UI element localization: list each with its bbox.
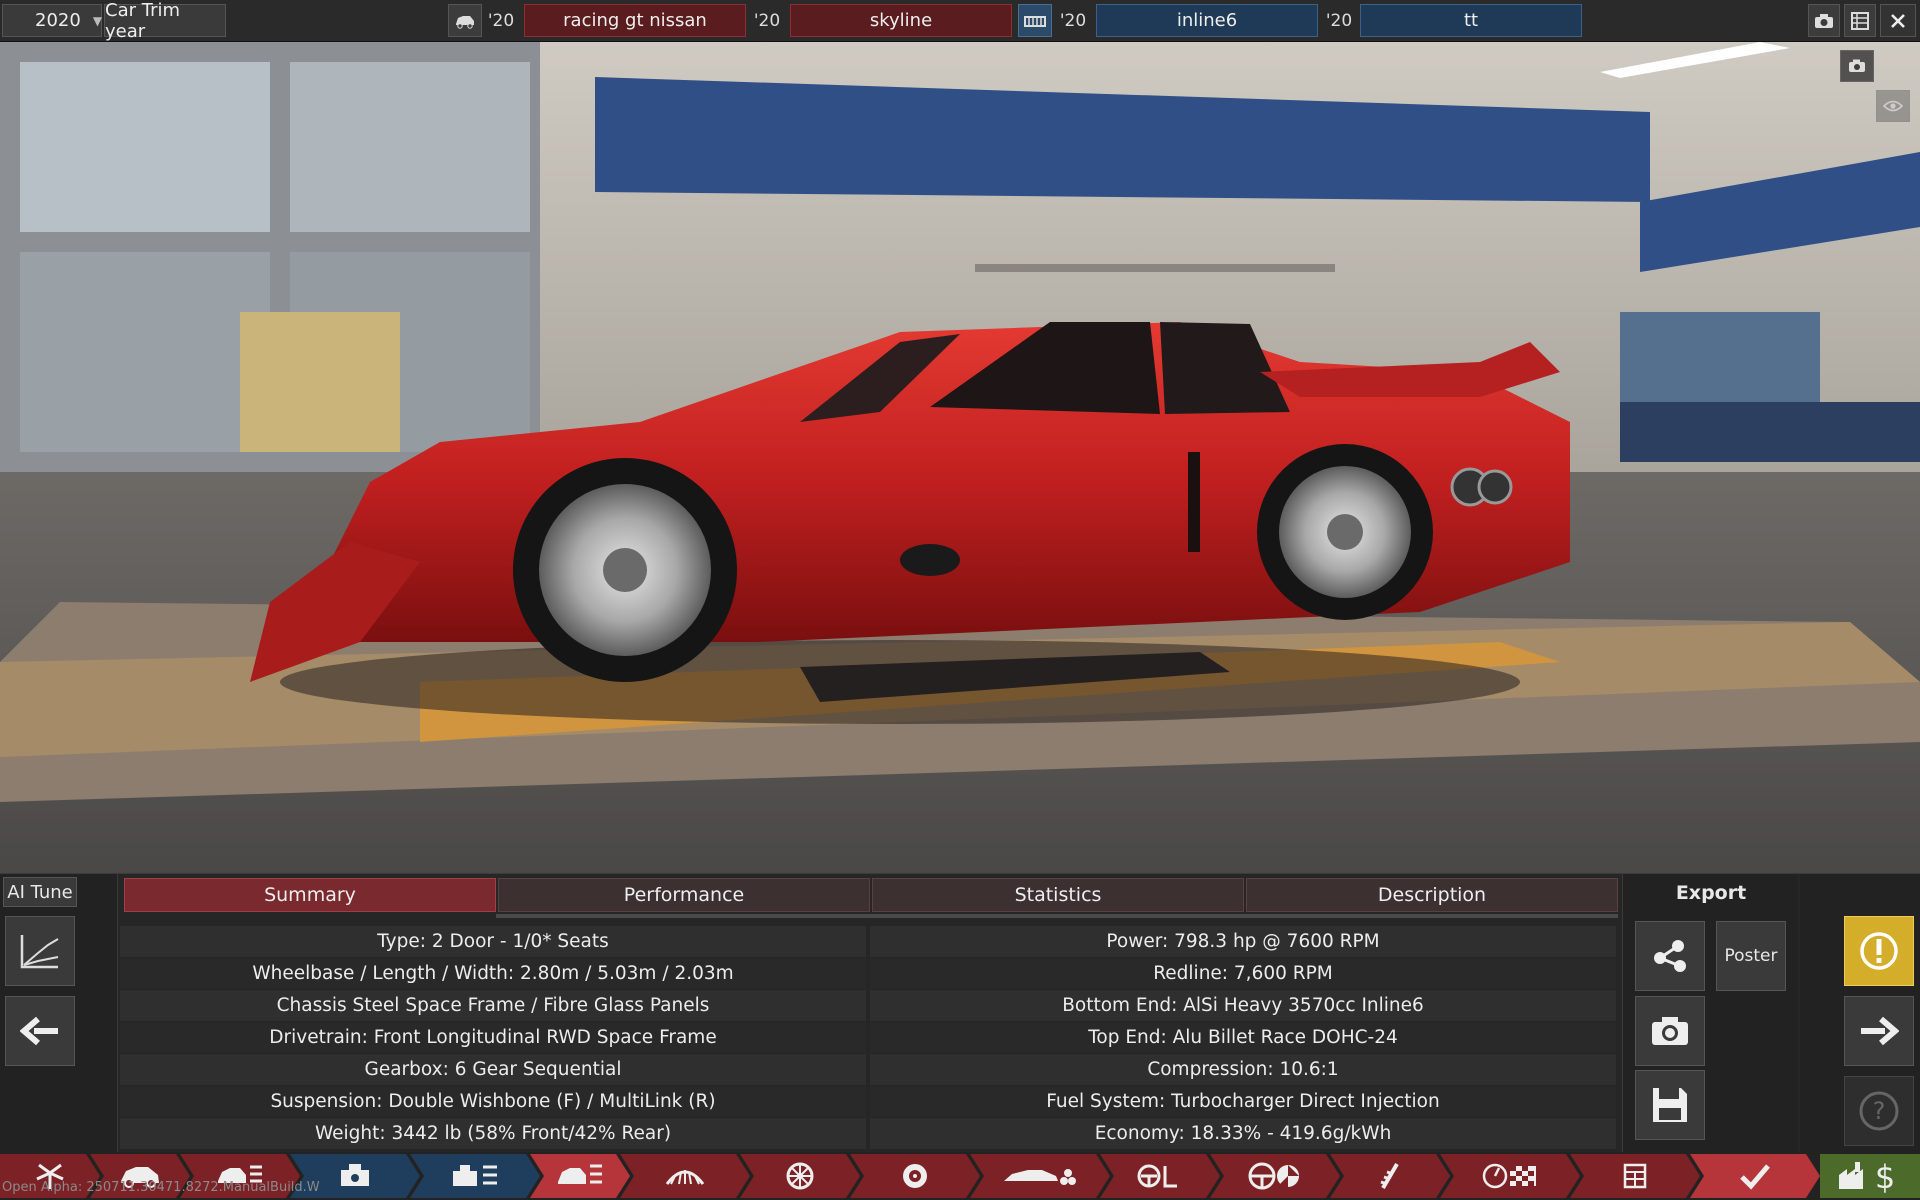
summary-compression: Compression: 10.6:1 (870, 1054, 1616, 1085)
tab-statistics[interactable]: Statistics (872, 878, 1244, 912)
nav-wheels-icon[interactable] (740, 1154, 860, 1198)
svg-text:$: $ (1875, 1159, 1895, 1193)
trim-year-prefix: '20 (753, 10, 781, 31)
summary-fuel-system: Fuel System: Turbocharger Direct Injecti… (870, 1086, 1616, 1117)
summary-bottom-end: Bottom End: AlSi Heavy 3570cc Inline6 (870, 990, 1616, 1021)
summary-top-end: Top End: Alu Billet Race DOHC-24 (870, 1022, 1616, 1053)
engine-family-year-prefix: '20 (1059, 10, 1087, 31)
chevron-down-icon: ▼ (92, 13, 103, 28)
export-panel: Export Poster (1622, 874, 1798, 1153)
summary-power: Power: 798.3 hp @ 7600 RPM (870, 926, 1616, 957)
nav-confirm-icon[interactable] (1690, 1154, 1820, 1198)
camera-icon[interactable] (1808, 4, 1840, 37)
share-icon[interactable] (1635, 921, 1705, 991)
summary-economy: Economy: 18.33% - 419.6g/kWh (870, 1118, 1616, 1149)
tab-description[interactable]: Description (1246, 878, 1618, 912)
car-model-icon[interactable] (448, 4, 482, 37)
trim-year-label: Car Trim year (104, 0, 226, 42)
svg-text:?: ? (1873, 1097, 1886, 1125)
screenshot-icon[interactable] (1840, 50, 1874, 82)
garage-scene (0, 42, 1920, 873)
nav-factory-money-icon[interactable]: $ (1820, 1154, 1920, 1198)
summary-drivetrain: Drivetrain: Front Longitudinal RWD Space… (120, 1022, 866, 1053)
table-row: Drivetrain: Front Longitudinal RWD Space… (120, 1022, 1620, 1054)
summary-gearbox: Gearbox: 6 Gear Sequential (120, 1054, 866, 1085)
summary-weight: Weight: 3442 lb (58% Front/42% Rear) (120, 1118, 866, 1149)
summary-type: Type: 2 Door - 1/0* Seats (120, 926, 866, 957)
nav-calculator-icon[interactable] (1570, 1154, 1700, 1198)
nav-body-icon[interactable] (970, 1154, 1110, 1198)
warning-icon[interactable] (1844, 916, 1914, 986)
visibility-eye-icon[interactable] (1876, 90, 1910, 122)
trim-name-field[interactable]: skyline (790, 4, 1012, 37)
spreadsheet-icon[interactable] (1844, 4, 1876, 37)
trim-year-dropdown[interactable]: 2020 ▼ (2, 4, 102, 37)
poster-button[interactable]: Poster (1716, 921, 1786, 991)
nav-testing-icon[interactable] (1440, 1154, 1580, 1198)
tab-summary[interactable]: Summary (124, 878, 496, 912)
export-title: Export (1675, 882, 1747, 904)
car-viewport[interactable] (0, 42, 1920, 873)
engine-variant-year-prefix: '20 (1325, 10, 1353, 31)
table-row: Chassis Steel Space Frame / Fibre Glass … (120, 990, 1620, 1022)
back-arrow-icon[interactable] (5, 996, 75, 1066)
summary-tabs: Summary Performance Statistics Descripti… (122, 878, 1618, 912)
build-version-label: Open Alpha: 250711.30471.8272.ManualBuil… (2, 1180, 320, 1195)
nav-interior-icon[interactable] (1100, 1154, 1220, 1198)
tab-performance[interactable]: Performance (498, 878, 870, 912)
nav-engine-list-icon[interactable] (410, 1154, 540, 1198)
table-row: Gearbox: 6 Gear Sequential Compression: … (120, 1054, 1620, 1086)
close-icon[interactable] (1880, 4, 1916, 37)
model-year-prefix: '20 (487, 10, 515, 31)
engine-family-field[interactable]: inline6 (1096, 4, 1318, 37)
nav-chassis-icon[interactable] (620, 1154, 750, 1198)
summary-redline: Redline: 7,600 RPM (870, 958, 1616, 989)
nav-suspension-icon[interactable] (1330, 1154, 1450, 1198)
table-row: Type: 2 Door - 1/0* Seats Power: 798.3 h… (120, 926, 1620, 958)
ai-tune-button[interactable]: AI Tune (3, 877, 77, 907)
nav-brakes-icon[interactable] (850, 1154, 980, 1198)
engine-icon[interactable] (1018, 4, 1052, 37)
graph-icon[interactable] (5, 916, 75, 986)
tab-divider (496, 914, 1618, 918)
right-tools: ? (1800, 874, 1920, 1153)
table-row: Weight: 3442 lb (58% Front/42% Rear) Eco… (120, 1118, 1620, 1150)
nav-trim-icon[interactable] (530, 1154, 630, 1198)
summary-dimensions: Wheelbase / Length / Width: 2.80m / 5.03… (120, 958, 866, 989)
forward-arrow-icon[interactable] (1844, 996, 1914, 1066)
table-row: Wheelbase / Length / Width: 2.80m / 5.03… (120, 958, 1620, 990)
nav-drivetrain-icon[interactable] (1210, 1154, 1340, 1198)
left-tools: AI Tune (0, 874, 118, 1153)
summary-chassis: Chassis Steel Space Frame / Fibre Glass … (120, 990, 866, 1021)
info-panel: AI Tune Summary Performance Statistics D… (0, 873, 1920, 1153)
table-row: Suspension: Double Wishbone (F) / MultiL… (120, 1086, 1620, 1118)
photo-camera-icon[interactable] (1635, 996, 1705, 1066)
summary-suspension: Suspension: Double Wishbone (F) / MultiL… (120, 1086, 866, 1117)
save-icon[interactable] (1635, 1070, 1705, 1140)
top-bar: 2020 ▼ Car Trim year '20 racing gt nissa… (0, 0, 1920, 42)
engine-variant-field[interactable]: tt (1360, 4, 1582, 37)
trim-year-value: 2020 (35, 10, 81, 31)
help-icon[interactable]: ? (1844, 1076, 1914, 1146)
summary-table: Type: 2 Door - 1/0* Seats Power: 798.3 h… (120, 926, 1620, 1150)
model-family-field[interactable]: racing gt nissan (524, 4, 746, 37)
